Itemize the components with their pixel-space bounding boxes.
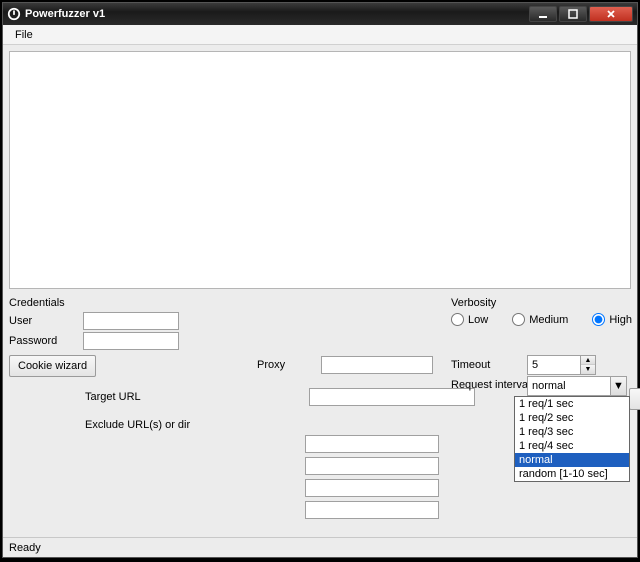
timeout-spinner: ▲ ▼ bbox=[527, 355, 596, 375]
interval-option-3[interactable]: 1 req/4 sec bbox=[515, 439, 629, 453]
proxy-label: Proxy bbox=[257, 359, 285, 371]
app-window: Powerfuzzer v1 File Credentials User Pas… bbox=[2, 2, 638, 558]
form-area: Credentials User Password Cookie wizard … bbox=[9, 297, 631, 537]
verbosity-radio-group: Low Medium High bbox=[451, 313, 632, 326]
window-title: Powerfuzzer v1 bbox=[25, 8, 529, 20]
verbosity-high[interactable]: High bbox=[592, 313, 632, 326]
timeout-label: Timeout bbox=[451, 359, 490, 371]
statusbar: Ready bbox=[3, 537, 637, 557]
client-area: Credentials User Password Cookie wizard … bbox=[3, 45, 637, 537]
timeout-spin-buttons: ▲ ▼ bbox=[581, 355, 596, 375]
user-label: User bbox=[9, 315, 32, 327]
close-button[interactable] bbox=[589, 6, 633, 22]
interval-option-4[interactable]: normal bbox=[515, 453, 629, 467]
request-interval-label: Request interval bbox=[451, 379, 531, 391]
timeout-spin-down[interactable]: ▼ bbox=[581, 365, 595, 374]
minimize-button[interactable] bbox=[529, 6, 557, 22]
app-icon bbox=[7, 7, 21, 21]
proxy-input[interactable] bbox=[321, 356, 433, 374]
timeout-input[interactable] bbox=[527, 355, 581, 375]
chevron-down-icon: ▼ bbox=[613, 380, 624, 392]
verbosity-low[interactable]: Low bbox=[451, 313, 488, 326]
menubar: File bbox=[3, 25, 637, 45]
titlebar: Powerfuzzer v1 bbox=[3, 3, 637, 25]
interval-option-1[interactable]: 1 req/2 sec bbox=[515, 411, 629, 425]
verbosity-low-radio[interactable] bbox=[451, 313, 464, 326]
interval-option-2[interactable]: 1 req/3 sec bbox=[515, 425, 629, 439]
verbosity-high-label: High bbox=[609, 314, 632, 326]
request-interval-input[interactable] bbox=[527, 376, 611, 396]
verbosity-medium-radio[interactable] bbox=[512, 313, 525, 326]
output-pane[interactable] bbox=[9, 51, 631, 289]
verbosity-low-label: Low bbox=[468, 314, 488, 326]
status-text: Ready bbox=[9, 542, 41, 554]
user-input[interactable] bbox=[83, 312, 179, 330]
password-label: Password bbox=[9, 335, 57, 347]
exclude-input-3[interactable] bbox=[305, 479, 439, 497]
credentials-section-label: Credentials bbox=[9, 297, 65, 309]
exclude-input-2[interactable] bbox=[305, 457, 439, 475]
cookie-wizard-button[interactable]: Cookie wizard bbox=[9, 355, 96, 377]
verbosity-high-radio[interactable] bbox=[592, 313, 605, 326]
menu-file[interactable]: File bbox=[9, 27, 39, 43]
window-buttons bbox=[529, 6, 633, 22]
interval-option-5[interactable]: random [1-10 sec] bbox=[515, 467, 629, 481]
interval-option-0[interactable]: 1 req/1 sec bbox=[515, 397, 629, 411]
exclude-input-4[interactable] bbox=[305, 501, 439, 519]
request-interval-combo: ▼ bbox=[527, 376, 627, 396]
request-interval-dropdown-button[interactable]: ▼ bbox=[611, 376, 627, 396]
verbosity-medium-label: Medium bbox=[529, 314, 568, 326]
verbosity-section-label: Verbosity bbox=[451, 297, 496, 309]
timeout-spin-up[interactable]: ▲ bbox=[581, 356, 595, 365]
exclude-input-1[interactable] bbox=[305, 435, 439, 453]
password-input[interactable] bbox=[83, 332, 179, 350]
request-interval-dropdown: 1 req/1 sec 1 req/2 sec 1 req/3 sec 1 re… bbox=[514, 396, 630, 482]
maximize-button[interactable] bbox=[559, 6, 587, 22]
verbosity-medium[interactable]: Medium bbox=[512, 313, 568, 326]
go-button[interactable] bbox=[629, 388, 640, 410]
exclude-label: Exclude URL(s) or dir bbox=[85, 419, 190, 431]
target-url-label: Target URL bbox=[85, 391, 141, 403]
